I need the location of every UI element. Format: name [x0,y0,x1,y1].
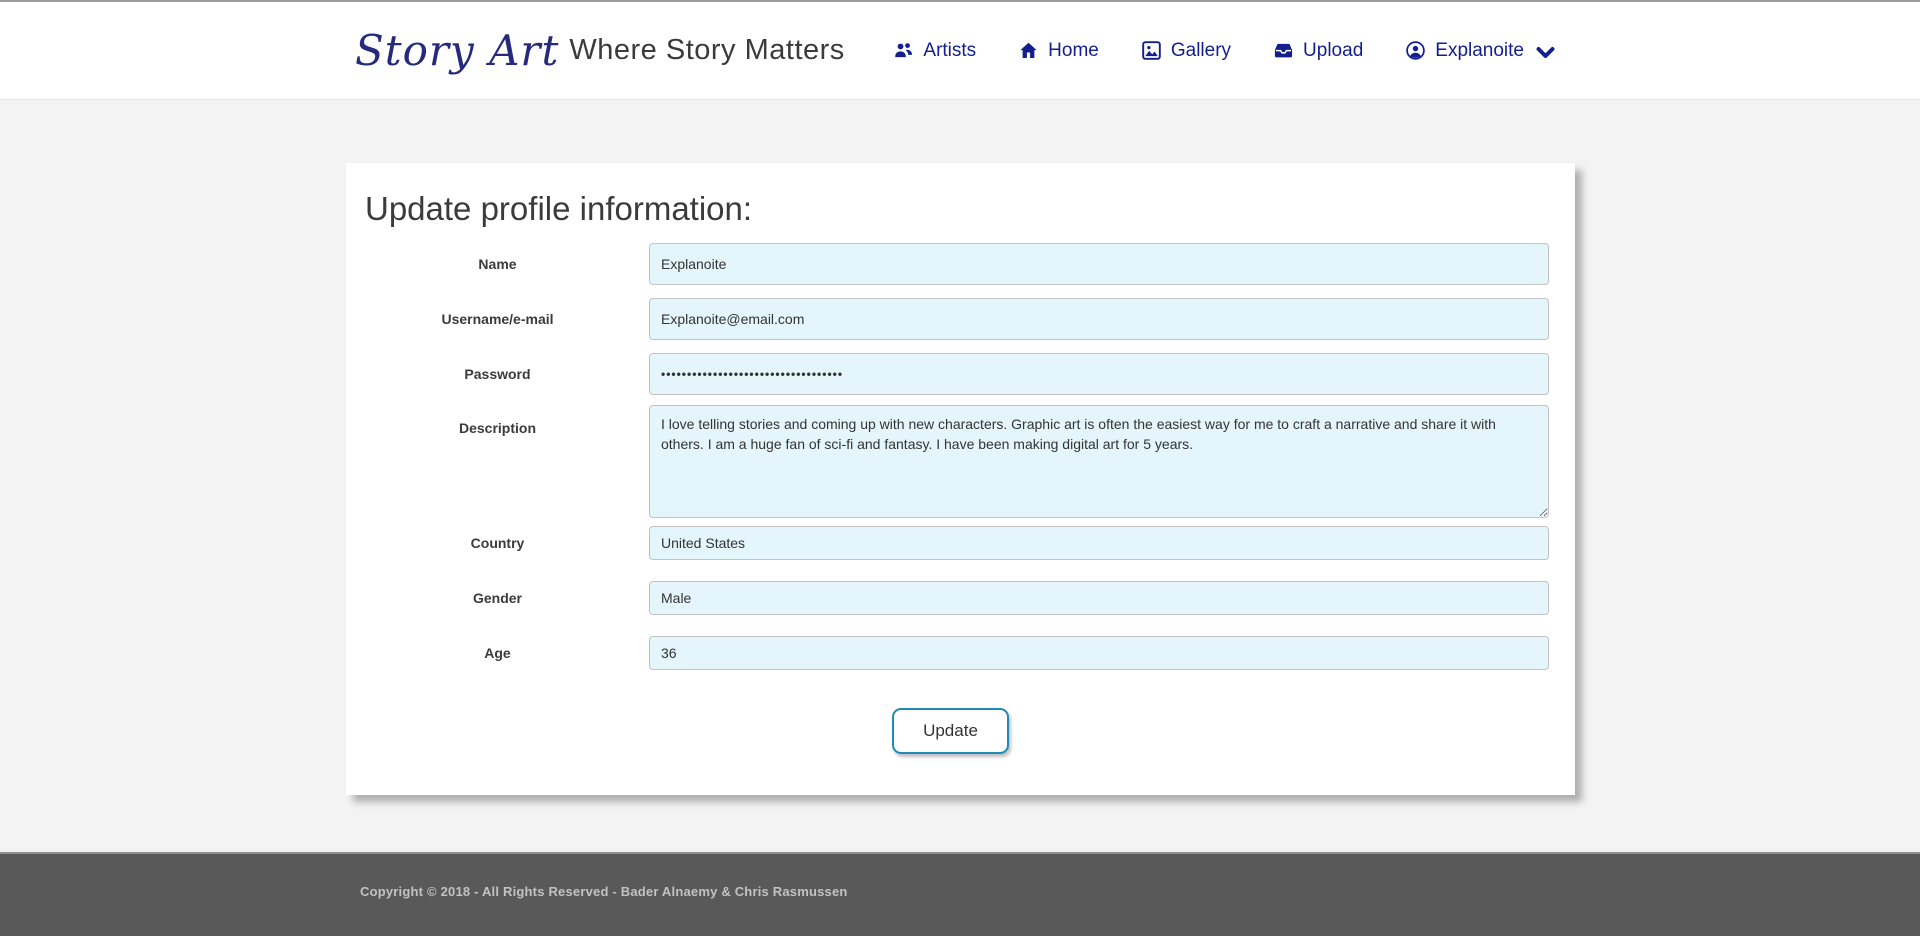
nav-item-artists[interactable]: Artists [893,40,976,62]
page-body: Update profile information: Name Usernam… [0,100,1920,852]
main-nav: Artists Home Gallery Upload Explanoite [893,40,1552,62]
site-logo[interactable]: Story Art Where Story Matters [355,30,845,72]
users-icon [893,40,914,61]
form-row-password: Password [346,353,1575,395]
nav-label: Gallery [1171,40,1231,62]
username-email-input[interactable] [649,298,1549,340]
nav-item-user-menu[interactable]: Explanoite [1405,40,1552,62]
logo-script-text: Story Art [355,30,559,72]
user-circle-icon [1405,40,1426,61]
nav-label: Home [1048,40,1099,62]
form-row-name: Name [346,243,1575,285]
form-row-description: Description I love telling stories and c… [346,405,1575,518]
home-icon [1018,40,1039,61]
form-row-gender: Gender [346,581,1575,615]
form-row-username: Username/e-mail [346,298,1575,340]
age-input[interactable] [649,636,1549,670]
age-label: Age [484,645,510,661]
nav-item-gallery[interactable]: Gallery [1141,40,1231,62]
password-input[interactable] [649,353,1549,395]
copyright-text: Copyright © 2018 - All Rights Reserved -… [360,884,1920,899]
form-row-age: Age [346,636,1575,670]
form-row-country: Country [346,526,1575,560]
nav-label: Artists [923,40,976,62]
gallery-icon [1141,40,1162,61]
logo-tagline: Where Story Matters [569,34,844,67]
password-label: Password [464,366,530,382]
description-textarea[interactable]: I love telling stories and coming up wit… [649,405,1549,518]
site-header: Story Art Where Story Matters Artists Ho… [0,2,1920,100]
nav-item-upload[interactable]: Upload [1273,40,1363,62]
gender-input[interactable] [649,581,1549,615]
update-button[interactable]: Update [892,708,1009,754]
update-profile-form: Name Username/e-mail Password Descriptio… [346,243,1575,754]
name-label: Name [478,256,516,272]
country-label: Country [471,535,525,551]
description-label: Description [459,420,536,436]
chevron-down-icon [1535,42,1552,59]
name-input[interactable] [649,243,1549,285]
update-profile-card: Update profile information: Name Usernam… [346,163,1575,795]
form-actions: Update [892,708,1575,754]
gender-label: Gender [473,590,522,606]
nav-label: Upload [1303,40,1363,62]
upload-icon [1273,40,1294,61]
username-label: Username/e-mail [441,311,553,327]
country-input[interactable] [649,526,1549,560]
nav-label: Explanoite [1435,40,1524,62]
site-footer: Copyright © 2018 - All Rights Reserved -… [0,852,1920,936]
page-title: Update profile information: [346,163,1575,228]
nav-item-home[interactable]: Home [1018,40,1099,62]
